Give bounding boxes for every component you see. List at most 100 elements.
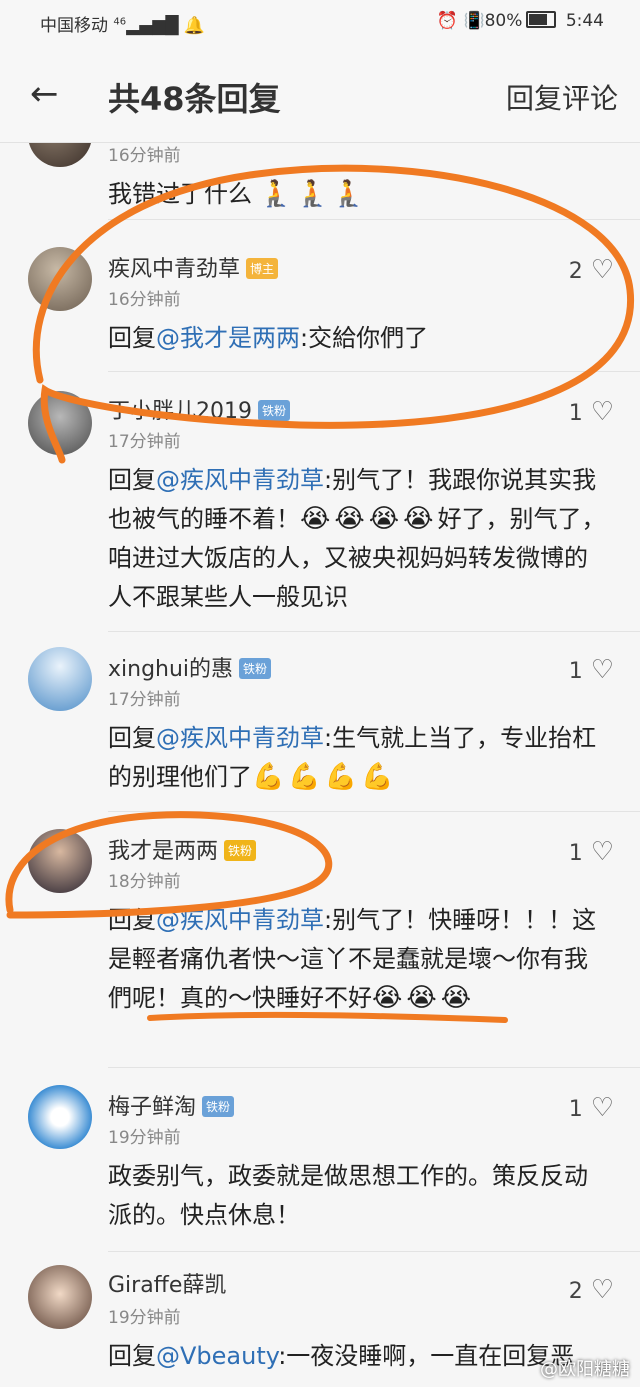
comment-text: 回复@Vbeauty:一夜没睡啊，一直在回复恶	[108, 1337, 608, 1376]
reply-prefix: 回复	[108, 324, 156, 352]
mention-link[interactable]: @疾风中青劲草	[156, 466, 324, 494]
comment-text: 回复@疾风中青劲草:别气了！我跟你说其实我也被气的睡不着！😭 😭 😭 😭 好了，别气了，…	[108, 461, 608, 617]
heart-icon[interactable]: ♡	[591, 1093, 614, 1123]
carrier-info: 中国移动 46▂▄▆█ 🔔	[40, 11, 205, 36]
reply-prefix: 回复	[108, 1342, 156, 1370]
like-button[interactable]: 1 ♡	[569, 655, 614, 685]
username[interactable]: xinghui的惠	[108, 657, 233, 682]
alarm-icon: ⏰	[436, 11, 459, 31]
mention-link[interactable]: @Vbeauty	[156, 1342, 278, 1370]
emoji: 😭	[403, 504, 434, 534]
comment-body: 我错过了什么	[108, 180, 252, 208]
heart-icon[interactable]: ♡	[591, 397, 614, 427]
mention-link[interactable]: @疾风中青劲草	[156, 906, 324, 934]
like-count: 1	[568, 659, 583, 684]
like-count: 1	[568, 401, 583, 426]
vibrate-icon: 📳	[463, 11, 485, 31]
comment-body: :交給你們了	[300, 324, 429, 352]
emoji: 🧎	[332, 179, 365, 209]
username[interactable]: Giraffe薛凯	[108, 1273, 226, 1298]
comment-user[interactable]: 疾风中青劲草 博主	[108, 251, 279, 283]
comment-time: 16分钟前	[108, 146, 181, 166]
notification-icon: 🔔	[183, 16, 206, 36]
comment-user[interactable]: 丁小胖儿2019 铁粉	[108, 393, 291, 425]
emoji: 😭	[368, 504, 400, 534]
comment-time: 17分钟前	[108, 690, 181, 710]
clock: 5:44	[565, 11, 604, 31]
avatar[interactable]	[28, 1085, 92, 1149]
watermark: @欧阳糖糖	[540, 1359, 630, 1380]
heart-icon[interactable]: ♡	[591, 837, 614, 867]
avatar[interactable]	[28, 1265, 92, 1329]
battery-icon	[526, 11, 557, 28]
avatar[interactable]	[28, 247, 92, 311]
comment-user[interactable]: xinghui的惠 铁粉	[108, 651, 272, 683]
mention-link[interactable]: @我才是两两	[156, 324, 300, 352]
reply-comment-button[interactable]: 回复评论	[506, 77, 618, 117]
comment-text: 回复@疾风中青劲草:生气就上当了，专业抬杠的别理他们了💪 💪 💪 💪	[108, 719, 608, 797]
divider	[108, 371, 640, 372]
avatar[interactable]	[28, 391, 92, 455]
emoji: 💪	[288, 762, 321, 792]
signal-icon: ▂▄▆█	[126, 16, 179, 36]
battery-percent: 80%	[484, 11, 523, 31]
comment-user[interactable]: 梅子鲜淘 铁粉	[108, 1089, 235, 1121]
avatar[interactable]	[28, 647, 92, 711]
avatar[interactable]	[28, 143, 92, 167]
heart-icon[interactable]: ♡	[591, 1275, 614, 1305]
like-button[interactable]: 1 ♡	[569, 397, 614, 427]
emoji: 💪	[252, 762, 285, 792]
heart-icon[interactable]: ♡	[591, 255, 614, 285]
like-button[interactable]: 1 ♡	[569, 837, 614, 867]
comment-time: 17分钟前	[108, 432, 181, 452]
page-title: 共48条回复	[108, 80, 281, 118]
reply-prefix: 回复	[108, 906, 156, 934]
arrow-left-icon[interactable]: ←	[30, 74, 59, 114]
avatar[interactable]	[28, 829, 92, 893]
username[interactable]: 我才是两两	[108, 839, 218, 864]
status-right: ⏰ 📳80% 5:44	[437, 11, 604, 31]
divider	[108, 219, 640, 220]
comment-time: 19分钟前	[108, 1308, 181, 1328]
status-bar: 中国移动 46▂▄▆█ 🔔 ⏰ 📳80% 5:44	[0, 0, 640, 44]
like-count: 2	[568, 1279, 583, 1304]
page-header: ← 共48条回复 回复评论	[0, 44, 640, 143]
username[interactable]: 疾风中青劲草	[108, 257, 240, 282]
like-count: 1	[568, 841, 583, 866]
emoji: 😭	[300, 504, 331, 534]
like-button[interactable]: 1 ♡	[569, 1093, 614, 1123]
divider	[108, 631, 640, 632]
emoji: 😭	[440, 983, 472, 1013]
username[interactable]: 丁小胖儿2019	[108, 399, 252, 424]
like-count: 2	[568, 259, 583, 284]
like-button[interactable]: 2 ♡	[569, 1275, 614, 1305]
network-type: 46	[113, 16, 127, 28]
emoji: 😭	[372, 983, 403, 1013]
emoji: 😭	[334, 504, 365, 534]
comment-time: 18分钟前	[108, 872, 181, 892]
divider	[108, 1067, 640, 1068]
like-count: 1	[568, 1097, 583, 1122]
blogger-badge: 博主	[246, 258, 279, 279]
emoji: 😭	[406, 983, 437, 1013]
fan-badge: 铁粉	[202, 1096, 235, 1117]
heart-icon[interactable]: ♡	[591, 655, 614, 685]
divider	[108, 1251, 640, 1252]
comment-text: 政委别气，政委就是做思想工作的。策反反动派的。快点休息！	[108, 1162, 588, 1229]
comment-user[interactable]: 我才是两两 铁粉	[108, 833, 257, 865]
comment-body: :一夜没睡啊，一直在回复恶	[278, 1342, 575, 1370]
reply-list[interactable]: 16分钟前 我错过了什么 🧎 🧎 🧎 疾风中青劲草 博主 2 ♡ 16分钟前 回复@我才…	[0, 143, 640, 1387]
comment-user[interactable]: Giraffe薛凯	[108, 1267, 226, 1299]
mention-link[interactable]: @疾风中青劲草	[156, 724, 324, 752]
username[interactable]: 梅子鲜淘	[108, 1095, 196, 1120]
comment-time: 16分钟前	[108, 290, 181, 310]
emoji: 💪	[324, 762, 358, 792]
fan-badge: 铁粉	[224, 840, 257, 861]
reply-prefix: 回复	[108, 466, 156, 494]
carrier-name: 中国移动	[40, 16, 108, 36]
like-button[interactable]: 2 ♡	[569, 255, 614, 285]
comment-text: 我错过了什么 🧎 🧎 🧎	[108, 175, 608, 214]
emoji: 💪	[361, 762, 394, 792]
divider	[108, 811, 640, 812]
comment-text: 回复@我才是两两:交給你們了	[108, 319, 608, 358]
